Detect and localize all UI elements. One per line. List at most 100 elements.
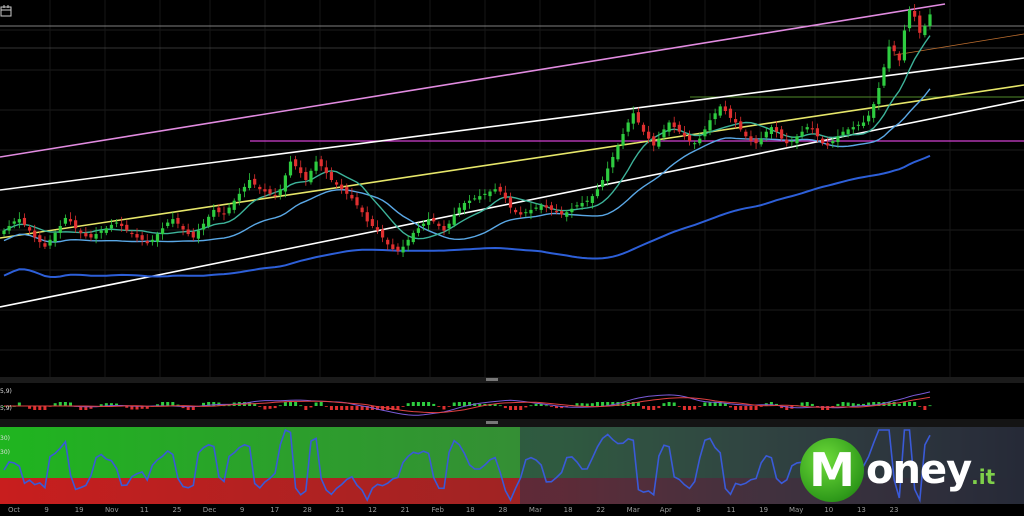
candle-body (53, 232, 57, 243)
candlestick (145, 234, 149, 246)
candlestick (493, 183, 497, 194)
candle-body (278, 189, 282, 195)
histogram-bar (647, 406, 651, 410)
moving-average (3, 35, 931, 240)
x-tick-label: 28 (303, 506, 312, 514)
trend-line (894, 33, 1024, 56)
histogram-bar (590, 403, 594, 406)
candle-body (74, 220, 78, 229)
candle-body (861, 122, 866, 126)
candle-body (677, 124, 681, 132)
candlestick (314, 155, 318, 175)
histogram-bar (524, 406, 528, 408)
candlestick (447, 220, 451, 235)
histogram-bar (58, 402, 62, 406)
candle-body (483, 193, 487, 195)
candle-body (145, 240, 149, 244)
candle-body (432, 217, 436, 222)
histogram-bar (918, 406, 922, 407)
candlestick (375, 220, 380, 235)
x-tick-label: 18 (466, 506, 475, 514)
candlestick (370, 215, 374, 229)
x-tick-label: Dec (203, 506, 217, 514)
candle-body (846, 129, 850, 134)
x-tick-label: 11 (727, 506, 736, 514)
candlestick (498, 183, 502, 195)
histogram-bar (642, 406, 646, 409)
candle-body (416, 228, 420, 233)
candle-body (268, 189, 272, 194)
candle-body (918, 15, 922, 33)
candlestick (160, 222, 165, 240)
candlestick (181, 223, 185, 236)
candlestick (401, 239, 405, 258)
candlestick (166, 219, 170, 229)
candle-body (687, 135, 692, 141)
histogram-bar (304, 406, 308, 410)
histogram-bar (258, 406, 262, 407)
candle-body (749, 136, 753, 141)
histogram-bar (278, 405, 282, 407)
candle-body (790, 140, 794, 143)
x-tick-label: Mar (529, 506, 542, 514)
histogram-bar (693, 406, 697, 410)
candle-body (242, 186, 247, 192)
histogram-bar (268, 406, 272, 409)
panel-resize-handle[interactable] (486, 378, 498, 381)
panel-separator[interactable] (0, 377, 1024, 383)
candle-body (329, 171, 334, 180)
calendar-icon[interactable] (0, 5, 12, 17)
panel-label: 5,9) (0, 388, 12, 395)
x-tick-label: 9 (44, 506, 48, 514)
candle-body (907, 9, 912, 29)
candle-body (150, 239, 154, 243)
candle-body (508, 197, 513, 208)
candle-body (759, 138, 763, 145)
candlestick (616, 143, 620, 162)
candlestick (227, 203, 231, 216)
histogram-bar (667, 402, 671, 406)
logo-mark: M (800, 438, 864, 502)
histogram-bar (749, 406, 753, 410)
histogram-bar (728, 406, 732, 408)
panel-separator[interactable] (0, 419, 1024, 427)
candle-body (600, 180, 605, 187)
candle-body (662, 129, 666, 138)
panel-label: 30) (0, 449, 10, 456)
candle-body (841, 131, 845, 136)
candle-body (212, 209, 216, 217)
candle-body (923, 25, 927, 36)
candlestick (887, 39, 891, 72)
histogram-bar (462, 402, 466, 406)
histogram-bar (288, 402, 292, 406)
candlestick (478, 189, 482, 203)
histogram-bar (744, 406, 748, 410)
histogram-bar (892, 402, 896, 406)
candlestick (294, 155, 298, 170)
histogram-bar (478, 403, 482, 406)
candle-body (764, 131, 768, 138)
candle-body (94, 234, 98, 239)
histogram-bar (33, 406, 37, 410)
histogram-bar (544, 405, 548, 407)
candlestick (43, 236, 47, 249)
histogram-bar (406, 403, 410, 406)
histogram-bar (340, 406, 344, 410)
candlestick (391, 238, 395, 252)
histogram-bar (63, 402, 67, 406)
candle-body (217, 207, 221, 213)
histogram-bar (601, 402, 605, 406)
x-tick-label: Apr (660, 506, 672, 514)
candlestick (524, 208, 528, 217)
candle-body (872, 104, 876, 118)
candle-body (207, 216, 211, 226)
candlestick (411, 230, 415, 245)
candle-body (897, 53, 901, 61)
candle-body (120, 223, 124, 226)
histogram-bar (457, 402, 461, 406)
panel-resize-handle[interactable] (486, 421, 498, 424)
candlestick (672, 116, 676, 133)
candlestick (872, 101, 876, 123)
candlestick (288, 155, 293, 178)
histogram-bar (672, 402, 676, 406)
